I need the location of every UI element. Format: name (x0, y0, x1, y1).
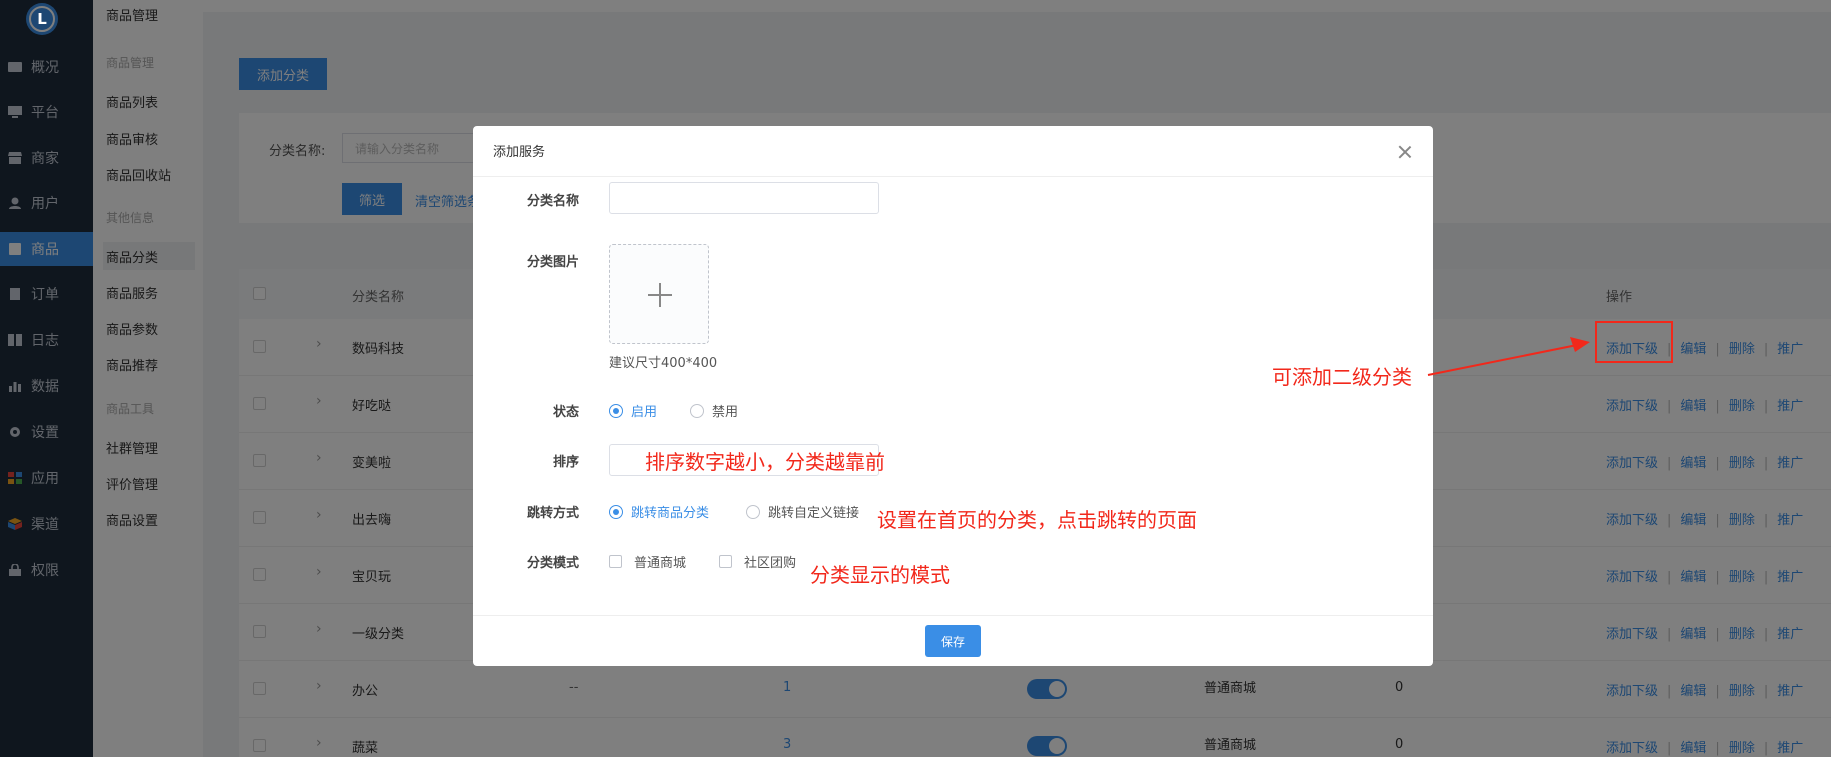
checkbox-box (609, 555, 622, 568)
arrow-icon (1427, 337, 1590, 376)
jump-category-radio[interactable]: 跳转商品分类 (609, 502, 709, 521)
category-name-label: 分类名称 (526, 194, 579, 209)
dialog-footer-divider (473, 615, 1433, 616)
category-mode-label: 分类模式 (526, 556, 579, 571)
category-image-label: 分类图片 (526, 255, 579, 270)
mode-community-checkbox[interactable]: 社区团购 (719, 552, 796, 571)
checkbox-box (719, 555, 732, 568)
status-label: 状态 (552, 405, 579, 420)
radio-label: 禁用 (712, 405, 739, 420)
save-button[interactable]: 保存 (925, 625, 981, 657)
close-icon[interactable] (1399, 146, 1411, 158)
dialog-header-divider (473, 176, 1433, 177)
dialog-title: 添加服务 (493, 145, 546, 160)
radio-label: 跳转自定义链接 (768, 506, 860, 521)
image-upload[interactable] (609, 244, 709, 344)
radio-dot (609, 403, 623, 418)
category-name-field[interactable] (609, 182, 879, 214)
checkbox-label: 社区团购 (744, 556, 797, 571)
sort-label: 排序 (552, 455, 579, 470)
radio-dot (609, 504, 623, 519)
annotation-sort-tip: 排序数字越小，分类越靠前 (645, 450, 885, 474)
add-service-dialog: 添加服务 分类名称 分类图片 建议尺寸400*400 状态 启用 禁用 排序 跳… (473, 126, 1433, 666)
annotation-jump-tip: 设置在首页的分类，点击跳转的页面 (877, 508, 1197, 532)
status-enable-radio[interactable]: 启用 (609, 401, 657, 420)
radio-dot (690, 403, 704, 418)
image-size-hint: 建议尺寸400*400 (609, 356, 718, 371)
highlight-box (1595, 321, 1673, 363)
status-disable-radio[interactable]: 禁用 (690, 401, 738, 420)
checkbox-label: 普通商城 (634, 556, 687, 571)
radio-label: 启用 (631, 405, 658, 420)
jump-mode-label: 跳转方式 (526, 506, 579, 521)
jump-custom-link-radio[interactable]: 跳转自定义链接 (746, 502, 859, 521)
mode-normal-checkbox[interactable]: 普通商城 (609, 552, 686, 571)
radio-label: 跳转商品分类 (631, 506, 710, 521)
annotation-sub-category: 可添加二级分类 (1272, 365, 1412, 389)
radio-dot (746, 504, 760, 519)
annotation-mode-tip: 分类显示的模式 (810, 563, 950, 587)
